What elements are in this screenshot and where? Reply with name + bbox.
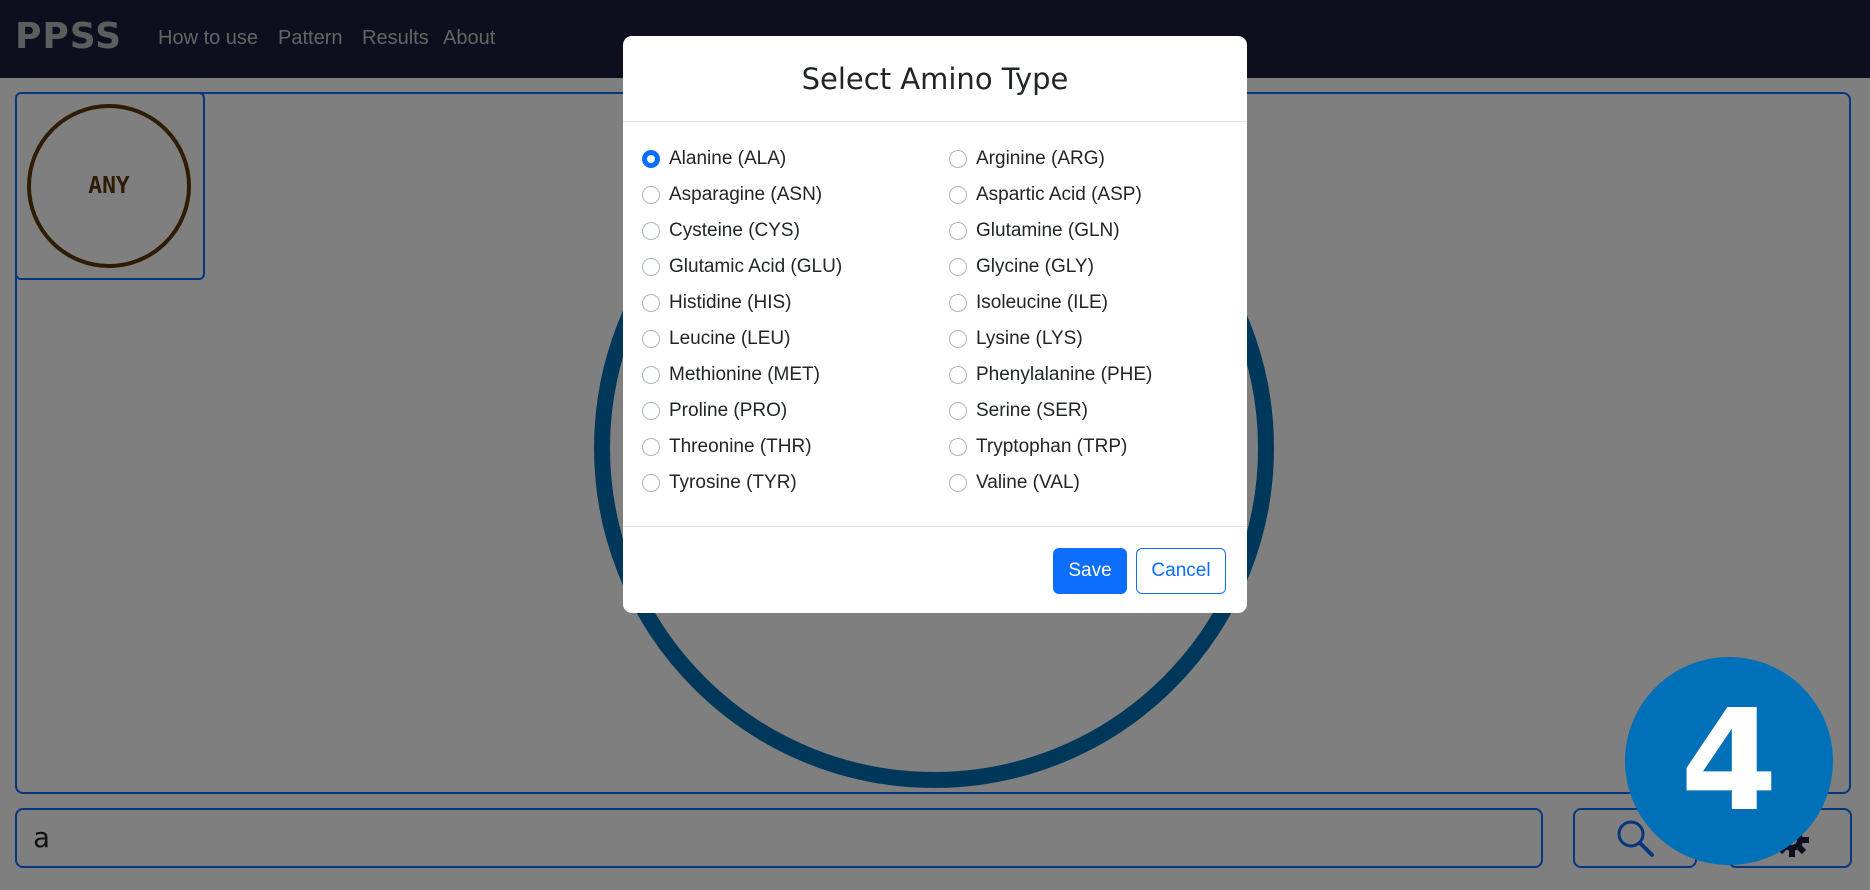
- modal-header: Select Amino Type: [623, 36, 1247, 122]
- option-leucine[interactable]: Leucine (LEU): [642, 328, 790, 350]
- radio-isoleucine[interactable]: [949, 294, 967, 312]
- option-label: Cysteine (CYS): [669, 220, 800, 241]
- radio-valine[interactable]: [949, 474, 967, 492]
- option-tyrosine[interactable]: Tyrosine (TYR): [642, 472, 797, 494]
- option-label: Lysine (LYS): [976, 328, 1083, 349]
- option-label: Valine (VAL): [976, 472, 1080, 493]
- option-label: Phenylalanine (PHE): [976, 364, 1153, 385]
- radio-proline[interactable]: [642, 402, 660, 420]
- option-phenylalanine[interactable]: Phenylalanine (PHE): [949, 364, 1152, 386]
- radio-aspartic-acid[interactable]: [949, 186, 967, 204]
- option-cysteine[interactable]: Cysteine (CYS): [642, 220, 800, 242]
- option-label: Leucine (LEU): [669, 328, 791, 349]
- option-aspartic-acid[interactable]: Aspartic Acid (ASP): [949, 184, 1142, 206]
- radio-tyrosine[interactable]: [642, 474, 660, 492]
- radio-leucine[interactable]: [642, 330, 660, 348]
- modal-footer: Save Cancel: [623, 527, 1247, 615]
- option-label: Tryptophan (TRP): [976, 436, 1128, 457]
- option-label: Threonine (THR): [669, 436, 812, 457]
- radio-arginine[interactable]: [949, 150, 967, 168]
- modal-body: Alanine (ALA) Asparagine (ASN) Cysteine …: [623, 122, 1247, 527]
- modal-title: Select Amino Type: [801, 61, 1069, 96]
- option-label: Serine (SER): [976, 400, 1088, 421]
- option-alanine[interactable]: Alanine (ALA): [642, 148, 786, 170]
- radio-glycine[interactable]: [949, 258, 967, 276]
- option-glutamine[interactable]: Glutamine (GLN): [949, 220, 1120, 242]
- radio-cysteine[interactable]: [642, 222, 660, 240]
- radio-lysine[interactable]: [949, 330, 967, 348]
- radio-threonine[interactable]: [642, 438, 660, 456]
- radio-glutamic-acid[interactable]: [642, 258, 660, 276]
- option-histidine[interactable]: Histidine (HIS): [642, 292, 791, 314]
- radio-asparagine[interactable]: [642, 186, 660, 204]
- option-label: Glutamic Acid (GLU): [669, 256, 843, 277]
- option-valine[interactable]: Valine (VAL): [949, 472, 1080, 494]
- option-glycine[interactable]: Glycine (GLY): [949, 256, 1094, 278]
- option-label: Asparagine (ASN): [669, 184, 823, 205]
- option-label: Glutamine (GLN): [976, 220, 1120, 241]
- option-proline[interactable]: Proline (PRO): [642, 400, 787, 422]
- save-button[interactable]: Save: [1053, 548, 1127, 594]
- radio-serine[interactable]: [949, 402, 967, 420]
- option-methionine[interactable]: Methionine (MET): [642, 364, 820, 386]
- option-label: Tyrosine (TYR): [669, 472, 797, 493]
- option-lysine[interactable]: Lysine (LYS): [949, 328, 1083, 350]
- radio-histidine[interactable]: [642, 294, 660, 312]
- option-isoleucine[interactable]: Isoleucine (ILE): [949, 292, 1108, 314]
- option-threonine[interactable]: Threonine (THR): [642, 436, 812, 458]
- option-serine[interactable]: Serine (SER): [949, 400, 1088, 422]
- option-glutamic-acid[interactable]: Glutamic Acid (GLU): [642, 256, 842, 278]
- option-label: Glycine (GLY): [976, 256, 1094, 277]
- option-arginine[interactable]: Arginine (ARG): [949, 148, 1105, 170]
- radio-alanine[interactable]: [642, 150, 660, 168]
- radio-methionine[interactable]: [642, 366, 660, 384]
- option-label: Isoleucine (ILE): [976, 292, 1109, 313]
- option-label: Histidine (HIS): [669, 292, 792, 313]
- option-label: Alanine (ALA): [669, 148, 787, 169]
- radio-glutamine[interactable]: [949, 222, 967, 240]
- radio-phenylalanine[interactable]: [949, 366, 967, 384]
- cancel-button[interactable]: Cancel: [1136, 548, 1226, 594]
- select-amino-modal: Select Amino Type Alanine (ALA) Asparagi…: [623, 36, 1247, 613]
- option-label: Methionine (MET): [669, 364, 820, 385]
- option-label: Proline (PRO): [669, 400, 788, 421]
- option-tryptophan[interactable]: Tryptophan (TRP): [949, 436, 1127, 458]
- option-label: Arginine (ARG): [976, 148, 1105, 169]
- option-asparagine[interactable]: Asparagine (ASN): [642, 184, 822, 206]
- radio-tryptophan[interactable]: [949, 438, 967, 456]
- step-number-badge: 4: [1625, 657, 1833, 865]
- option-label: Aspartic Acid (ASP): [976, 184, 1142, 205]
